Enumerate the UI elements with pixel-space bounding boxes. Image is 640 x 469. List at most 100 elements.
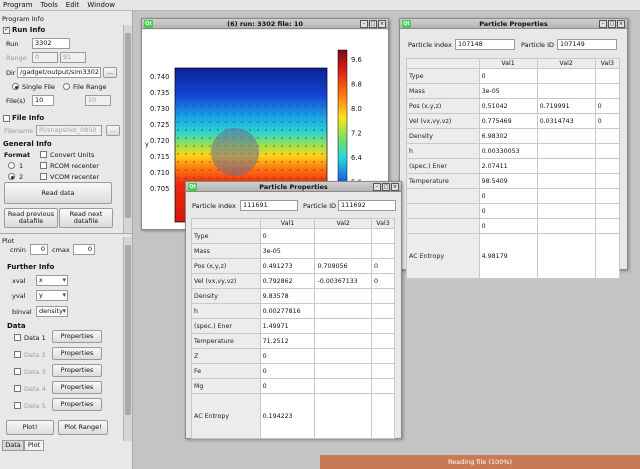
table-cell[interactable] <box>370 378 396 394</box>
tab-plot[interactable]: Plot <box>24 440 44 451</box>
table-cell[interactable]: 0 <box>478 188 538 204</box>
table-cell[interactable] <box>370 393 396 439</box>
table-cell[interactable]: 0.709056 <box>314 258 372 274</box>
files-range-end-input[interactable]: 10 <box>85 95 111 106</box>
table-cell[interactable]: 9.83578 <box>259 288 316 304</box>
data-1-checkbox[interactable] <box>14 334 21 341</box>
table-cell[interactable] <box>314 318 372 334</box>
table-cell[interactable] <box>314 333 372 349</box>
data-5-properties-button[interactable]: Properties <box>52 398 102 411</box>
table-cell[interactable] <box>536 173 596 189</box>
table-cell[interactable] <box>370 363 396 379</box>
column-header[interactable]: Val1 <box>478 58 538 69</box>
menu-tools[interactable]: Tools <box>41 1 58 9</box>
table-cell[interactable] <box>370 243 396 259</box>
table-cell[interactable]: 0.00330053 <box>478 143 538 159</box>
cmax-input[interactable]: 0 <box>73 244 95 255</box>
table-cell[interactable] <box>370 348 396 364</box>
table-cell[interactable]: 0 <box>259 348 316 364</box>
close-icon[interactable]: × <box>617 20 625 28</box>
files-spinbox[interactable]: 10 <box>32 95 54 106</box>
dir-browse-button[interactable]: ... <box>103 67 117 78</box>
data-5-checkbox[interactable] <box>14 402 21 409</box>
maximize-icon[interactable]: □ <box>382 183 390 191</box>
data-4-checkbox[interactable] <box>14 385 21 392</box>
table-cell[interactable]: 0 <box>259 378 316 394</box>
dir-input[interactable]: /gadget/output/sim3302 <box>17 67 101 78</box>
table-cell[interactable]: 2.07411 <box>478 158 538 174</box>
table-cell[interactable] <box>536 203 596 219</box>
table-cell[interactable] <box>594 128 621 144</box>
table-cell[interactable] <box>370 228 396 244</box>
table-cell[interactable] <box>594 188 621 204</box>
data-3-properties-button[interactable]: Properties <box>52 364 102 377</box>
table-cell[interactable]: 0 <box>478 68 538 84</box>
filename-input[interactable]: lfi/snapshot_0850 <box>36 125 102 136</box>
format-2-radio[interactable] <box>8 173 15 180</box>
props-back-index-input[interactable]: 107148 <box>455 39 515 50</box>
props-front-index-input[interactable]: 111691 <box>240 200 298 211</box>
table-cell[interactable]: 0.491273 <box>259 258 316 274</box>
props-back-titlebar[interactable]: Qt Particle Properties – □ × <box>400 19 627 29</box>
run-info-checkbox[interactable] <box>3 25 10 34</box>
props-front-titlebar[interactable]: Qt Particle Properties – □ × <box>186 182 401 192</box>
table-cell[interactable] <box>536 68 596 84</box>
table-cell[interactable] <box>314 288 372 304</box>
table-cell[interactable]: 0 <box>370 258 396 274</box>
close-icon[interactable]: × <box>391 183 399 191</box>
table-cell[interactable] <box>536 158 596 174</box>
table-cell[interactable] <box>536 218 596 234</box>
menu-window[interactable]: Window <box>87 1 115 9</box>
rcom-checkbox[interactable] <box>40 162 47 169</box>
column-header[interactable]: Val3 <box>370 218 396 229</box>
vcom-checkbox[interactable] <box>40 173 47 180</box>
plot-scroll-thumb[interactable] <box>125 245 131 415</box>
table-cell[interactable]: 3e-05 <box>478 83 538 99</box>
read-previous-button[interactable]: Read previous datafile <box>4 208 58 228</box>
plot-window-titlebar[interactable]: Qt (6) run: 3302 file: 10 – □ × <box>142 19 388 29</box>
table-cell[interactable]: 6.98302 <box>478 128 538 144</box>
minimize-icon[interactable]: – <box>599 20 607 28</box>
table-cell[interactable] <box>536 233 596 279</box>
table-cell[interactable]: 0.51042 <box>478 98 538 114</box>
table-cell[interactable]: -0.00367133 <box>314 273 372 289</box>
table-cell[interactable] <box>370 333 396 349</box>
table-cell[interactable] <box>314 228 372 244</box>
data-4-properties-button[interactable]: Properties <box>52 381 102 394</box>
table-cell[interactable]: 0 <box>594 98 621 114</box>
range-to-input[interactable]: 91 <box>60 52 86 63</box>
binval-select[interactable]: density <box>36 306 68 317</box>
props-back-id-input[interactable]: 107149 <box>557 39 617 50</box>
table-cell[interactable] <box>594 173 621 189</box>
table-cell[interactable]: 0 <box>259 363 316 379</box>
info-scrollbar[interactable] <box>123 25 132 233</box>
column-header[interactable]: Val2 <box>536 58 596 69</box>
table-cell[interactable] <box>314 393 372 439</box>
file-range-radio[interactable] <box>63 83 70 90</box>
menu-edit[interactable]: Edit <box>66 1 80 9</box>
read-next-button[interactable]: Read next datafile <box>59 208 113 228</box>
tab-data[interactable]: Data <box>2 440 24 451</box>
minimize-icon[interactable]: – <box>360 20 368 28</box>
table-cell[interactable] <box>536 143 596 159</box>
yval-select[interactable]: y <box>36 290 68 301</box>
run-spinbox[interactable]: 3302 <box>32 38 70 49</box>
table-cell[interactable] <box>594 83 621 99</box>
table-cell[interactable] <box>536 188 596 204</box>
xval-select[interactable]: x <box>36 275 68 286</box>
read-data-button[interactable]: Read data <box>4 182 112 204</box>
table-cell[interactable] <box>314 303 372 319</box>
table-cell[interactable]: 0.0314743 <box>536 113 596 129</box>
maximize-icon[interactable]: □ <box>608 20 616 28</box>
table-cell[interactable]: 0.792862 <box>259 273 316 289</box>
single-file-radio[interactable] <box>12 83 19 90</box>
table-cell[interactable]: 71.2512 <box>259 333 316 349</box>
table-cell[interactable] <box>594 233 621 279</box>
close-icon[interactable]: × <box>378 20 386 28</box>
info-scroll-thumb[interactable] <box>125 33 131 218</box>
column-header[interactable]: Val1 <box>259 218 316 229</box>
props-front-id-input[interactable]: 111692 <box>338 200 396 211</box>
table-cell[interactable] <box>536 83 596 99</box>
table-cell[interactable]: 1.49971 <box>259 318 316 334</box>
table-cell[interactable] <box>370 318 396 334</box>
